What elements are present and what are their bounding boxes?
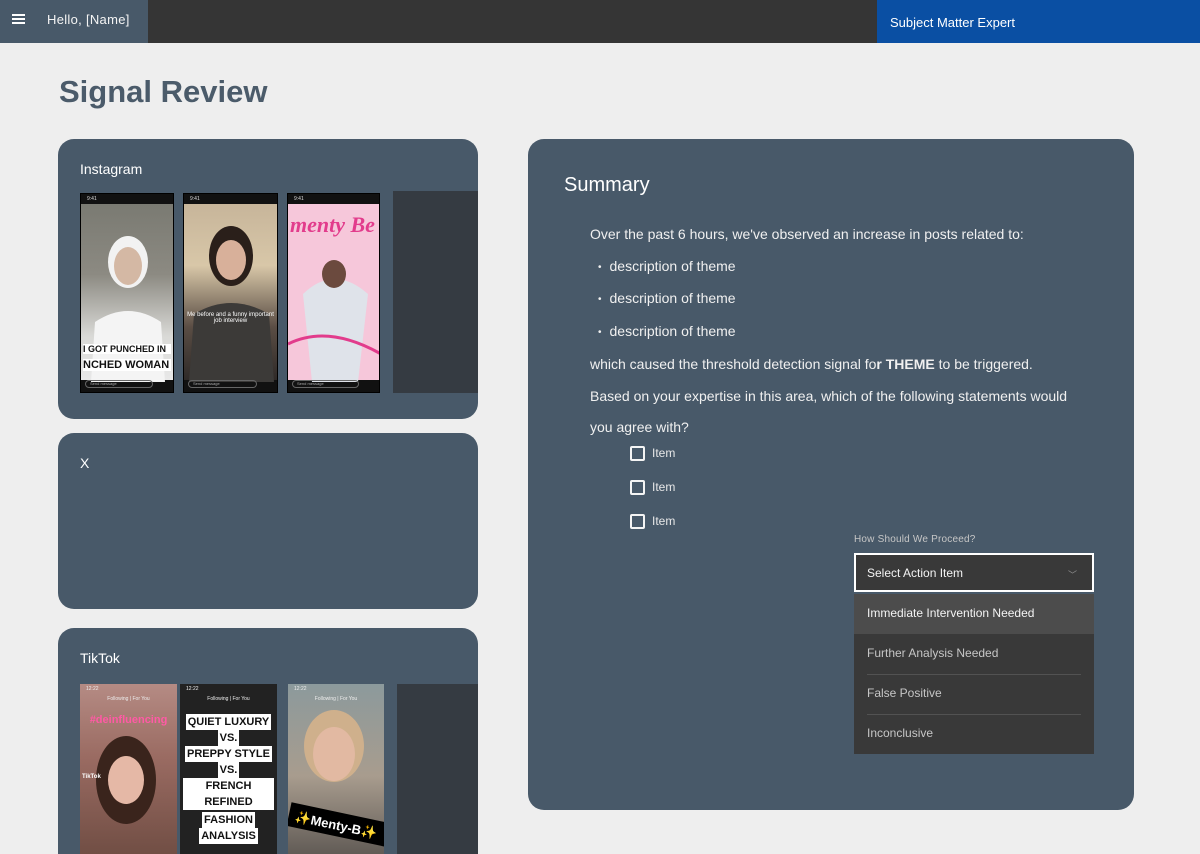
instagram-card-title: Instagram <box>80 161 143 177</box>
summary-title: Summary <box>564 174 650 196</box>
statement-option[interactable]: Item <box>630 480 675 514</box>
instagram-post-thumbnail[interactable]: 9:41 Me before and a funny important job… <box>183 193 278 393</box>
question-line: you agree with? <box>590 419 689 436</box>
summary-intro: Over the past 6 hours, we've observed an… <box>590 226 1024 242</box>
question-line: Based on your expertise in this area, wh… <box>590 387 1068 404</box>
summary-panel: Summary Over the past 6 hours, we've obs… <box>528 139 1134 810</box>
tiktok-post-thumbnail[interactable]: 12:22 Following | For You #deinfluencing… <box>80 684 177 854</box>
header-user-area: Hello, [Name] <box>0 0 148 43</box>
dropdown-option-immediate-intervention[interactable]: Immediate Intervention Needed <box>854 594 1094 634</box>
hamburger-menu-icon[interactable] <box>12 13 26 27</box>
tiktok-card-title: TikTok <box>80 650 120 666</box>
action-dropdown-menu: Immediate Intervention Needed Further An… <box>854 594 1094 754</box>
post-image <box>184 204 277 382</box>
theme-item: description of theme <box>590 251 1110 284</box>
statement-option[interactable]: Item <box>630 446 675 480</box>
checkbox[interactable] <box>630 480 645 495</box>
checkbox[interactable] <box>630 514 645 529</box>
statement-checklist: Item Item Item <box>630 446 675 548</box>
greeting-text: Hello, [Name] <box>47 12 130 27</box>
comparison-caption: QUIET LUXURY VS. PREPPY STYLE VS. FRENCH… <box>183 714 274 810</box>
page-title: Signal Review <box>59 74 268 109</box>
summary-body: Over the past 6 hours, we've observed an… <box>590 219 1110 444</box>
more-posts-panel <box>393 191 478 393</box>
instagram-post-thumbnail[interactable]: 9:41 I GOT PUNCHED IN NCHED WOMAN IN T S… <box>80 193 174 393</box>
instagram-card: Instagram 9:41 I GOT PUNCHED IN NCHED WO… <box>58 139 478 419</box>
action-dropdown-label: How Should We Proceed? <box>854 534 976 545</box>
tiktok-card: TikTok 12:22 Following | For You #deinfl… <box>58 628 478 854</box>
statement-label: Item <box>652 446 676 460</box>
dropdown-option-inconclusive[interactable]: Inconclusive <box>854 714 1094 754</box>
tiktok-post-thumbnail[interactable]: 12:22 Following | For You QUIET LUXURY V… <box>180 684 277 854</box>
chevron-down-icon: ﹀ <box>1067 570 1077 580</box>
statement-label: Item <box>652 514 676 528</box>
role-label: Subject Matter Expert <box>877 0 1200 43</box>
x-card: X <box>58 433 478 609</box>
dropdown-option-further-analysis[interactable]: Further Analysis Needed <box>854 634 1094 674</box>
action-item-select[interactable]: Select Action Item ﹀ <box>854 553 1094 592</box>
threshold-statement: which caused the threshold detection sig… <box>590 355 1033 372</box>
theme-name: THEME <box>885 355 935 372</box>
theme-item: description of theme <box>590 316 1110 349</box>
more-posts-panel <box>397 684 478 854</box>
statement-label: Item <box>652 480 676 494</box>
theme-item: description of theme <box>590 283 1110 316</box>
top-nav-bar: Hello, [Name] Subject Matter Expert <box>0 0 1200 43</box>
post-image <box>80 684 177 854</box>
dropdown-option-false-positive[interactable]: False Positive <box>854 674 1094 714</box>
analysis-caption: FASHION ANALYSIS <box>199 812 258 844</box>
select-placeholder: Select Action Item <box>867 566 964 580</box>
instagram-post-thumbnail[interactable]: 9:41 menty Be Send message <box>287 193 380 393</box>
x-card-title: X <box>80 455 90 471</box>
statement-option[interactable]: Item <box>630 514 675 548</box>
checkbox[interactable] <box>630 446 645 461</box>
tiktok-post-thumbnail[interactable]: 12:22 Following | For You ✨Menty-B✨ <box>288 684 384 854</box>
